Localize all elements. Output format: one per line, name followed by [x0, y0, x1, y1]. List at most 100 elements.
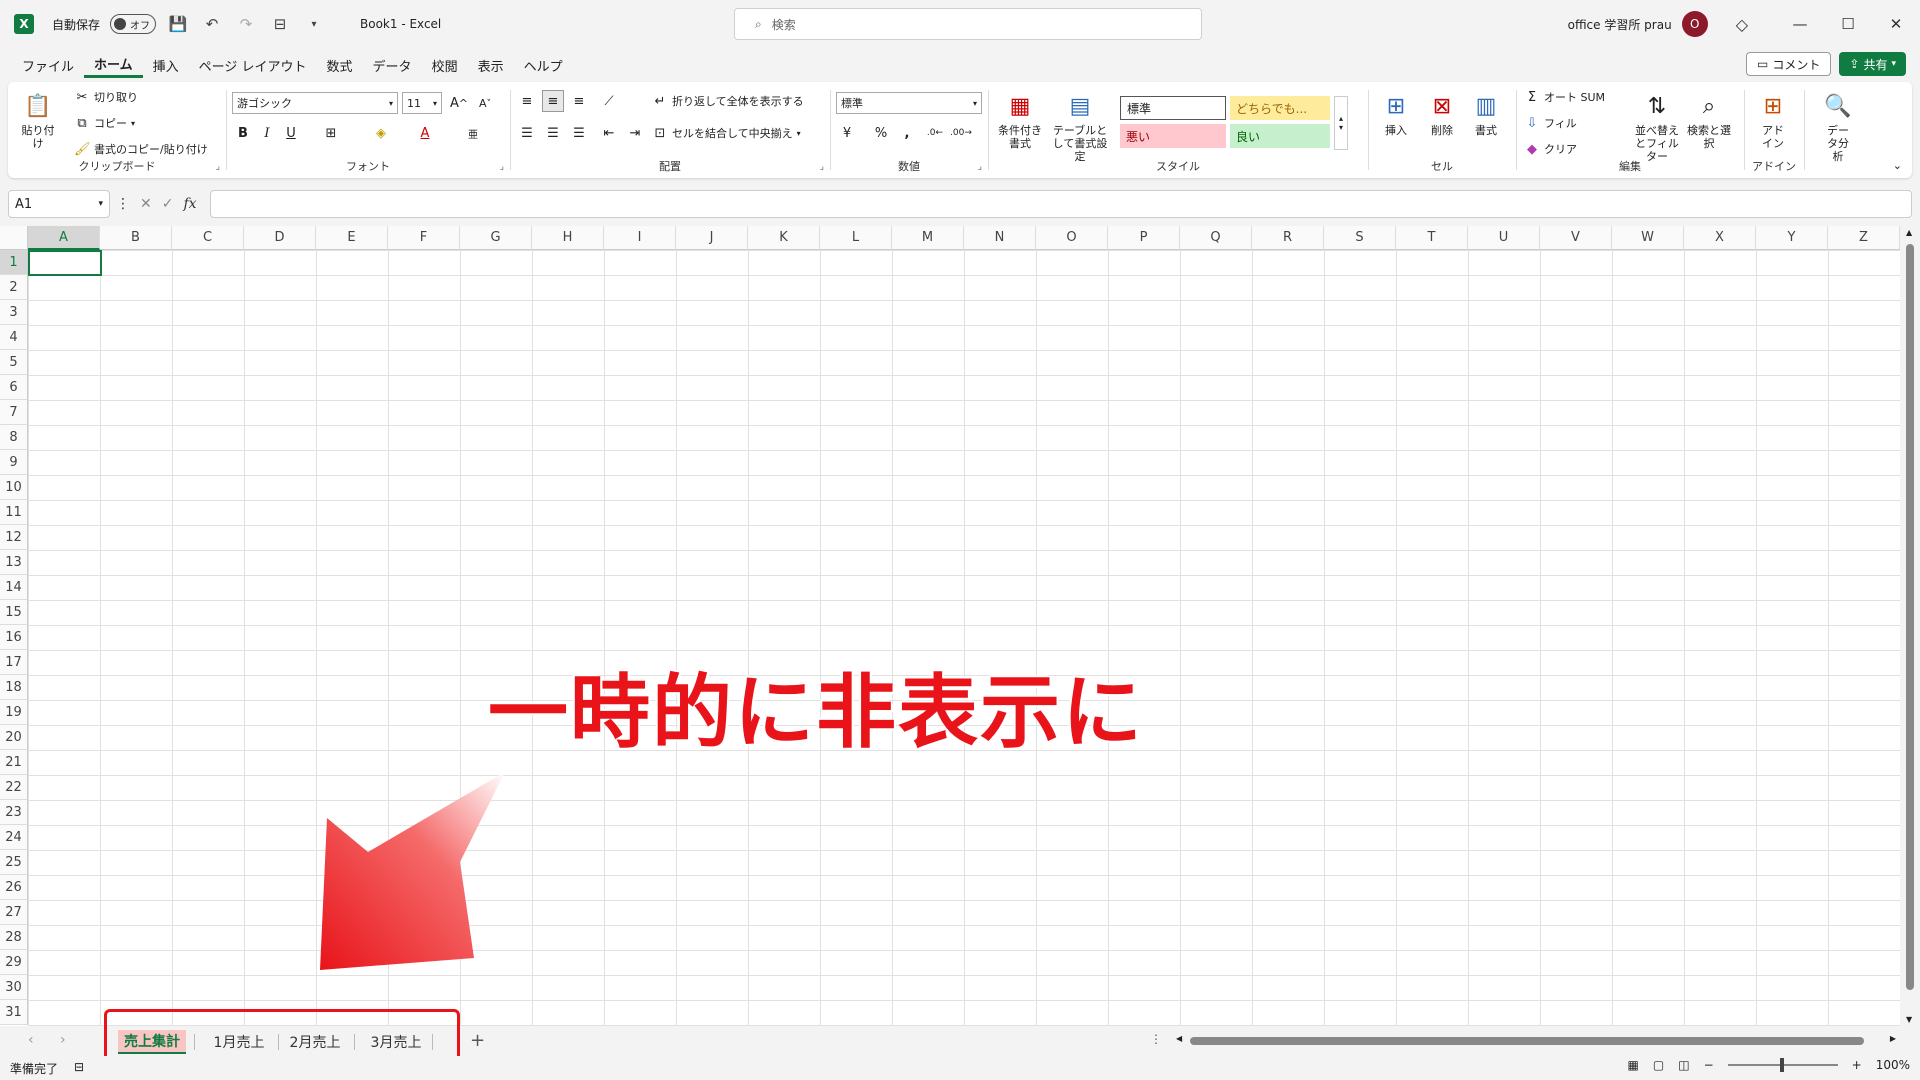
- row-header[interactable]: 17: [0, 650, 28, 675]
- collapse-ribbon-icon[interactable]: ⌄: [1893, 159, 1902, 172]
- style-good[interactable]: 良い: [1230, 124, 1330, 148]
- more-icon[interactable]: ⋮: [1150, 1032, 1162, 1046]
- insert-cells-button[interactable]: ⊞ 挿入: [1376, 90, 1416, 137]
- column-header[interactable]: V: [1540, 226, 1612, 250]
- shrink-font-button[interactable]: A ˅: [474, 92, 496, 114]
- normal-view-icon[interactable]: ▦: [1628, 1058, 1639, 1072]
- grow-font-button[interactable]: A ^: [448, 92, 470, 114]
- column-header[interactable]: T: [1396, 226, 1468, 250]
- currency-icon[interactable]: ¥: [836, 122, 858, 144]
- phonetic-button[interactable]: 亜: [462, 122, 484, 144]
- column-header[interactable]: Z: [1828, 226, 1900, 250]
- tab-data[interactable]: データ: [363, 52, 422, 78]
- page-layout-view-icon[interactable]: ▢: [1653, 1058, 1664, 1072]
- increase-indent-icon[interactable]: ⇥: [624, 122, 646, 144]
- add-sheet-icon[interactable]: +: [470, 1030, 485, 1051]
- align-right-icon[interactable]: ☰: [568, 122, 590, 144]
- column-header[interactable]: H: [532, 226, 604, 250]
- autosum-button[interactable]: Σ オート SUM: [1524, 86, 1605, 108]
- column-header[interactable]: L: [820, 226, 892, 250]
- decrease-indent-icon[interactable]: ⇤: [598, 122, 620, 144]
- find-select-button[interactable]: ⌕ 検索と選択: [1686, 90, 1732, 150]
- comma-icon[interactable]: ,: [896, 122, 918, 144]
- more-icon[interactable]: ⋮: [116, 196, 130, 212]
- zoom-level[interactable]: 100%: [1876, 1058, 1910, 1072]
- vertical-scroll-thumb[interactable]: [1906, 244, 1914, 990]
- tab-help[interactable]: ヘルプ: [514, 52, 573, 78]
- search-input[interactable]: ⌕ 検索: [734, 8, 1202, 40]
- maximize-button[interactable]: ☐: [1824, 0, 1872, 48]
- scroll-right-icon[interactable]: ▶: [1890, 1034, 1896, 1043]
- horizontal-scroll-thumb[interactable]: [1190, 1037, 1864, 1045]
- align-top-icon[interactable]: ≡: [516, 90, 538, 112]
- zoom-slider[interactable]: [1727, 1058, 1838, 1072]
- column-header[interactable]: C: [172, 226, 244, 250]
- percent-icon[interactable]: %: [870, 122, 892, 144]
- row-header[interactable]: 12: [0, 525, 28, 550]
- row-header[interactable]: 10: [0, 475, 28, 500]
- row-header[interactable]: 4: [0, 325, 28, 350]
- column-header[interactable]: W: [1612, 226, 1684, 250]
- style-neutral[interactable]: どちらでも...: [1230, 96, 1330, 120]
- cut-button[interactable]: ✂ 切り取り: [74, 86, 138, 108]
- tab-page-layout[interactable]: ページ レイアウト: [189, 52, 317, 78]
- column-header[interactable]: S: [1324, 226, 1396, 250]
- row-header[interactable]: 18: [0, 675, 28, 700]
- fill-button[interactable]: ⇩ フィル: [1524, 112, 1577, 134]
- merge-center-button[interactable]: ⊡ セルを結合して中央揃え ▾: [652, 122, 801, 144]
- tab-formulas[interactable]: 数式: [317, 52, 363, 78]
- styles-scroll-icon[interactable]: ▴ ▾: [1334, 96, 1348, 150]
- column-header[interactable]: K: [748, 226, 820, 250]
- dialog-launcher-icon[interactable]: ⌟: [820, 162, 824, 172]
- customize-qat-icon[interactable]: ▾: [302, 12, 326, 36]
- style-bad[interactable]: 悪い: [1120, 124, 1226, 148]
- redo-icon[interactable]: ↷: [234, 12, 258, 36]
- decrease-decimal-icon[interactable]: .00→: [950, 122, 972, 144]
- delete-cells-button[interactable]: ⊠ 削除: [1422, 90, 1462, 137]
- enter-icon[interactable]: ✓: [162, 196, 174, 212]
- tab-insert[interactable]: 挿入: [143, 52, 189, 78]
- row-header[interactable]: 11: [0, 500, 28, 525]
- close-button[interactable]: ✕: [1872, 0, 1920, 48]
- align-center-icon[interactable]: ☰: [542, 122, 564, 144]
- dialog-launcher-icon[interactable]: ⌟: [216, 162, 220, 172]
- orientation-icon[interactable]: ⟋: [598, 90, 620, 112]
- column-header[interactable]: E: [316, 226, 388, 250]
- row-header[interactable]: 15: [0, 600, 28, 625]
- autosave-toggle[interactable]: オフ: [110, 14, 157, 34]
- share-button[interactable]: ⇪ 共有 ▾: [1839, 52, 1906, 76]
- column-header[interactable]: R: [1252, 226, 1324, 250]
- horizontal-scrollbar[interactable]: ◀ ▶: [1176, 1034, 1896, 1046]
- cell-area[interactable]: [28, 250, 1900, 1026]
- scroll-left-icon[interactable]: ◀: [1176, 1034, 1182, 1043]
- align-bottom-icon[interactable]: ≡: [568, 90, 590, 112]
- row-header[interactable]: 8: [0, 425, 28, 450]
- increase-decimal-icon[interactable]: .0←: [924, 122, 946, 144]
- save-icon[interactable]: 💾: [166, 12, 190, 36]
- row-header[interactable]: 21: [0, 750, 28, 775]
- column-header[interactable]: U: [1468, 226, 1540, 250]
- addins-button[interactable]: ⊞ アドイン: [1752, 90, 1794, 150]
- border-button[interactable]: ⊞: [320, 122, 342, 144]
- zoom-in-icon[interactable]: +: [1852, 1058, 1862, 1072]
- dialog-launcher-icon[interactable]: ⌟: [978, 162, 982, 172]
- row-header[interactable]: 20: [0, 725, 28, 750]
- worksheet-grid[interactable]: ABCDEFGHIJKLMNOPQRSTUVWXYZ 1 2 3 4 5 6 7 8 9 10 11…: [0, 226, 1920, 1026]
- form-icon[interactable]: ⊟: [268, 12, 292, 36]
- column-header[interactable]: G: [460, 226, 532, 250]
- insert-function-icon[interactable]: fx: [183, 196, 196, 212]
- align-left-icon[interactable]: ☰: [516, 122, 538, 144]
- scroll-up-icon[interactable]: ▲: [1906, 228, 1912, 237]
- avatar[interactable]: O: [1681, 11, 1708, 37]
- row-header[interactable]: 7: [0, 400, 28, 425]
- row-header[interactable]: 1: [0, 250, 28, 275]
- column-header[interactable]: P: [1108, 226, 1180, 250]
- copy-button[interactable]: ⧉ コピー ▾: [74, 112, 135, 134]
- row-header[interactable]: 26: [0, 875, 28, 900]
- dialog-launcher-icon[interactable]: ⌟: [500, 162, 504, 172]
- row-header[interactable]: 6: [0, 375, 28, 400]
- vertical-scrollbar[interactable]: ▲ ▼: [1900, 226, 1920, 1026]
- font-size-select[interactable]: 11 ▾: [402, 92, 442, 114]
- bold-button[interactable]: B: [232, 122, 254, 144]
- page-break-view-icon[interactable]: ◫: [1678, 1058, 1689, 1072]
